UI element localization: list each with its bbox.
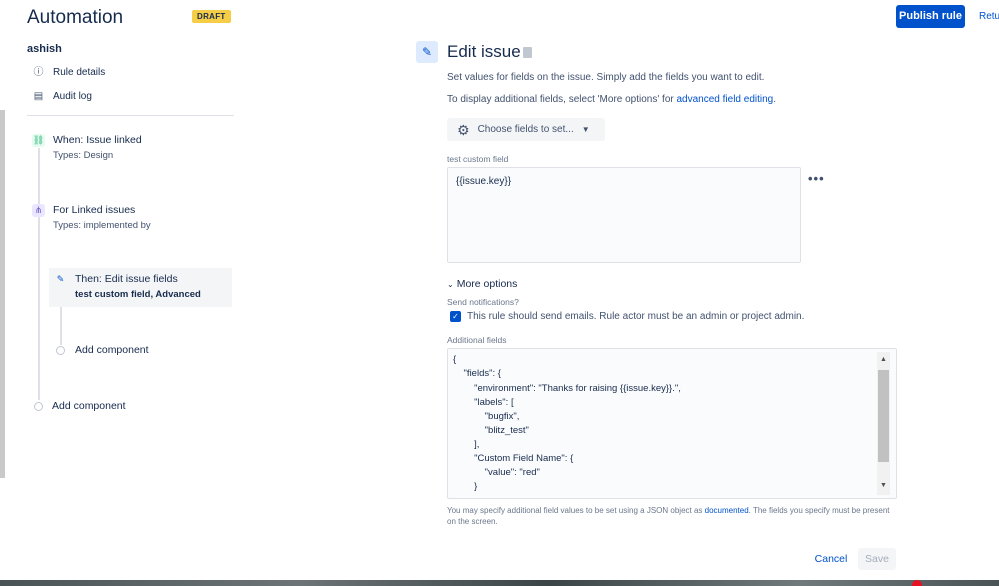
chevron-down-icon: ⌄: [447, 279, 454, 289]
additional-fields-help: You may specify additional field values …: [447, 505, 897, 527]
scroll-up-icon[interactable]: ▲: [880, 356, 887, 363]
branch-icon: ⋔: [32, 204, 45, 217]
editor-description-advanced: To display additional fields, select 'Mo…: [447, 94, 776, 105]
code-line: "environment": "Thanks for raising {{iss…: [453, 383, 681, 394]
action-subtitle: test custom field, Advanced: [75, 289, 201, 300]
automation-page: Automation DRAFT Publish rule Retu ashis…: [0, 0, 999, 586]
rule-details-link[interactable]: ⓘ Rule details: [33, 67, 106, 78]
sidebar-divider: [27, 115, 234, 116]
document-icon: ▤: [33, 91, 44, 102]
return-link[interactable]: Retu: [979, 11, 999, 22]
choose-fields-label: Choose fields to set...: [477, 124, 574, 135]
help-prefix: You may specify additional field values …: [447, 506, 705, 515]
code-line: "labels": [: [453, 397, 514, 408]
add-component-inner-label: Add component: [75, 344, 149, 356]
send-notifications-checkbox[interactable]: ✓: [450, 311, 461, 322]
branch-title: For Linked issues: [53, 204, 136, 216]
send-notifications-text: This rule should send emails. Rule actor…: [467, 311, 805, 322]
page-title: Automation: [27, 7, 124, 28]
documented-link[interactable]: documented: [705, 506, 749, 515]
code-line: "fields": {: [453, 368, 501, 379]
gear-icon: ⚙: [457, 121, 470, 138]
more-options-label: More options: [456, 278, 518, 290]
trash-icon[interactable]: [523, 47, 532, 58]
choose-fields-dropdown[interactable]: ⚙ Choose fields to set... ▼: [447, 118, 605, 141]
trigger-subtitle: Types: Design: [53, 150, 114, 161]
code-line: "blitz_test": [453, 425, 529, 436]
additional-fields-label: Additional fields: [447, 335, 507, 345]
os-taskbar: [0, 580, 999, 586]
code-line: "value": "red": [453, 467, 540, 478]
code-scrollbar-thumb[interactable]: [878, 370, 889, 462]
desc2-suffix: .: [773, 94, 777, 105]
add-component-outer[interactable]: Add component: [34, 400, 126, 412]
desc2-prefix: To display additional fields, select 'Mo…: [447, 94, 677, 105]
code-line: {: [453, 354, 457, 365]
chevron-down-icon: ▼: [581, 125, 590, 134]
advanced-editing-link[interactable]: advanced field editing: [677, 94, 774, 105]
branch-node[interactable]: ⋔ For Linked issues Types: implemented b…: [32, 204, 151, 231]
code-line: ],: [453, 439, 480, 450]
trigger-node[interactable]: ⛓ When: Issue linked Types: Design: [32, 134, 142, 161]
more-actions-icon[interactable]: •••: [808, 171, 825, 186]
action-node-edit-issue[interactable]: ✎ Then: Edit issue fields test custom fi…: [49, 268, 232, 307]
branch-subtitle: Types: implemented by: [53, 220, 151, 231]
add-dot-icon: [34, 401, 43, 411]
pencil-icon: ✎: [416, 41, 438, 63]
rule-details-label: Rule details: [53, 67, 106, 78]
rule-timeline-line: [38, 148, 40, 400]
trigger-title: When: Issue linked: [53, 134, 142, 146]
editor-description: Set values for fields on the issue. Simp…: [447, 72, 765, 83]
publish-rule-button[interactable]: Publish rule: [896, 5, 965, 28]
rule-owner: ashish: [27, 43, 62, 55]
draft-badge: DRAFT: [192, 10, 231, 23]
editor-title: Edit issue: [447, 42, 521, 61]
action-title: Then: Edit issue fields: [75, 273, 178, 285]
add-component-outer-label: Add component: [52, 400, 126, 412]
code-line: "bugfix",: [453, 411, 520, 422]
pencil-icon: ✎: [56, 274, 65, 284]
sidebar-scrollbar[interactable]: [0, 110, 5, 478]
link-icon: ⛓: [32, 134, 45, 147]
add-component-inner[interactable]: Add component: [56, 344, 149, 356]
send-notifications-label: Send notifications?: [447, 297, 519, 307]
scroll-down-icon[interactable]: ▼: [880, 482, 887, 489]
audit-log-link[interactable]: ▤ Audit log: [33, 91, 92, 102]
branch-timeline-line: [60, 305, 62, 345]
code-line: "Custom Field Name": {: [453, 453, 574, 464]
more-options-toggle[interactable]: ⌄ More options: [447, 278, 517, 290]
audit-log-label: Audit log: [53, 91, 92, 102]
custom-field-label: test custom field: [447, 154, 509, 164]
send-notifications-row[interactable]: ✓ This rule should send emails. Rule act…: [450, 311, 804, 322]
add-dot-icon: [56, 345, 65, 355]
custom-field-input[interactable]: {{issue.key}}: [447, 167, 801, 263]
code-line: }: [453, 481, 478, 492]
info-icon: ⓘ: [33, 67, 44, 78]
cancel-button[interactable]: Cancel: [809, 548, 853, 570]
tray-notification-icon[interactable]: [912, 580, 922, 586]
save-button[interactable]: Save: [858, 548, 896, 570]
